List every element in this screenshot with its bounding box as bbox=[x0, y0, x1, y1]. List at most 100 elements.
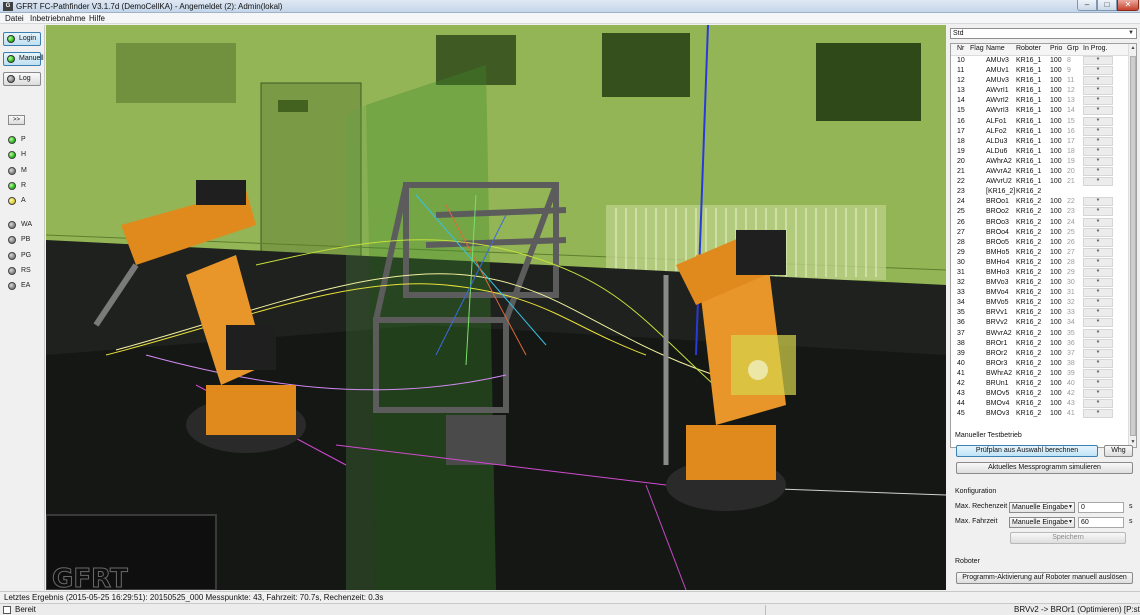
table-row[interactable]: 36 BRVv2 KR16_2 100 34 * bbox=[951, 318, 1129, 328]
table-row[interactable]: 27 BROo4 KR16_2 100 25 * bbox=[951, 227, 1129, 238]
cell-roboter: KR16_2 bbox=[1016, 380, 1042, 387]
indicator-pb: PB bbox=[8, 235, 30, 245]
table-row[interactable]: 42 BRUn1 KR16_2 100 40 * bbox=[951, 379, 1129, 389]
col-grp[interactable]: Grp bbox=[1067, 44, 1079, 54]
table-row[interactable]: 20 AWhrA2 KR16_1 100 19 * bbox=[951, 156, 1129, 167]
cell-prio: 100 bbox=[1050, 339, 1062, 347]
manuell-button[interactable]: Manuell bbox=[3, 52, 44, 66]
table-row[interactable]: 38 BROr1 KR16_2 100 36 * bbox=[951, 338, 1129, 349]
menu-datei[interactable]: Datei bbox=[5, 13, 24, 24]
table-row[interactable]: 33 BMVo4 KR16_2 100 31 * bbox=[951, 288, 1129, 298]
cell-name: BROo1 bbox=[986, 198, 1009, 206]
col-flag[interactable]: Flag bbox=[970, 44, 984, 54]
activate-program-button[interactable]: Programm-Aktivierung auf Roboter manuell… bbox=[956, 572, 1133, 584]
indicator-pg: PG bbox=[8, 251, 31, 261]
minimize-button[interactable]: – bbox=[1077, 0, 1097, 11]
led-icon bbox=[8, 167, 16, 175]
cell-name: BMOv5 bbox=[986, 390, 1010, 398]
max-compute-mode-select[interactable]: Manuelle Eingabe ▼ bbox=[1009, 502, 1075, 513]
cell-roboter: KR16_2 bbox=[1016, 410, 1042, 418]
indicator-label: M bbox=[21, 167, 27, 174]
table-row[interactable]: 35 BRVv1 KR16_2 100 33 * bbox=[951, 308, 1129, 318]
led-icon bbox=[8, 182, 16, 190]
col-nr[interactable]: Nr bbox=[957, 44, 964, 54]
table-row[interactable]: 22 AWvrU2 KR16_1 100 21 * bbox=[951, 177, 1129, 187]
table-row[interactable]: 44 BMOv4 KR16_2 100 43 * bbox=[951, 399, 1129, 409]
table-row[interactable]: 21 AWvrA2 KR16_1 100 20 * bbox=[951, 167, 1129, 177]
table-row[interactable]: 26 BROo3 KR16_2 100 24 * bbox=[951, 217, 1129, 228]
chevron-down-icon: ▼ bbox=[1128, 30, 1134, 36]
cell-roboter: KR16_1 bbox=[1016, 147, 1042, 155]
table-row[interactable]: 11 AMUv1 KR16_1 100 9 * bbox=[951, 66, 1129, 76]
collapse-button[interactable]: >> bbox=[8, 115, 25, 125]
table-row[interactable]: 12 AMUv3 KR16_1 100 11 * bbox=[951, 76, 1129, 86]
indicator-rs: RS bbox=[8, 266, 31, 276]
3d-viewport[interactable]: GFRT bbox=[46, 25, 946, 590]
table-row[interactable]: 25 BROo2 KR16_2 100 23 * bbox=[951, 207, 1129, 217]
table-row[interactable]: 10 AMUv3 KR16_1 100 8 * bbox=[951, 56, 1129, 66]
table-row[interactable]: 14 AWvrI2 KR16_1 100 13 * bbox=[951, 96, 1129, 106]
cell-prio: 100 bbox=[1050, 258, 1062, 266]
table-row[interactable]: 34 BMVo5 KR16_2 100 32 * bbox=[951, 298, 1129, 308]
maximize-button[interactable]: □ bbox=[1097, 0, 1117, 11]
log-button[interactable]: Log bbox=[3, 72, 41, 86]
table-row[interactable]: 29 BMHo5 KR16_2 100 27 * bbox=[951, 247, 1129, 258]
cell-in-prog: * bbox=[1083, 136, 1113, 146]
indicator-a: A bbox=[8, 196, 26, 206]
cell-in-prog: * bbox=[1083, 328, 1113, 338]
table-row[interactable]: 13 AWvrI1 KR16_1 100 12 * bbox=[951, 86, 1129, 96]
table-scrollbar[interactable]: ▲ ▼ bbox=[1128, 44, 1136, 447]
table-row[interactable]: 18 ALDu3 KR16_1 100 17 * bbox=[951, 136, 1129, 147]
cell-prio: 100 bbox=[1050, 218, 1062, 226]
col-roboter[interactable]: Roboter bbox=[1016, 44, 1041, 54]
cell-roboter: KR16_2 bbox=[1016, 268, 1042, 276]
close-button[interactable]: ✕ bbox=[1117, 0, 1139, 11]
table-row[interactable]: 32 BMVo3 KR16_2 100 30 * bbox=[951, 278, 1129, 288]
max-drive-input[interactable]: 60 bbox=[1078, 517, 1124, 528]
cell-grp: 25 bbox=[1067, 228, 1075, 236]
table-row[interactable]: 43 BMOv5 KR16_2 100 42 * bbox=[951, 389, 1129, 399]
max-drive-mode-select[interactable]: Manuelle Eingabe ▼ bbox=[1009, 517, 1075, 528]
max-compute-label: Max. Rechenzeit bbox=[955, 503, 1008, 510]
table-row[interactable]: 45 BMOv3 KR16_2 100 41 * bbox=[951, 409, 1129, 419]
cell-name: BMVo4 bbox=[986, 289, 1009, 297]
table-row[interactable]: 39 BROr2 KR16_2 100 37 * bbox=[951, 348, 1129, 359]
table-row[interactable]: 15 AWvrI3 KR16_1 100 14 * bbox=[951, 106, 1129, 116]
menu-inbetriebnahme[interactable]: Inbetriebnahme bbox=[30, 13, 86, 24]
table-row[interactable]: 23 [KR16_2] KR16_2 bbox=[951, 187, 1129, 197]
table-row[interactable]: 37 BWvrA2 KR16_2 100 35 * bbox=[951, 328, 1129, 339]
cell-name: BROo4 bbox=[986, 228, 1009, 236]
table-row[interactable]: 24 BROo1 KR16_2 100 22 * bbox=[951, 197, 1129, 207]
table-row[interactable]: 31 BMHo3 KR16_2 100 29 * bbox=[951, 267, 1129, 278]
save-button[interactable]: Speichern bbox=[1010, 532, 1126, 544]
menu-hilfe[interactable]: Hilfe bbox=[89, 13, 105, 24]
table-row[interactable]: 16 ALFo1 KR16_1 100 15 * bbox=[951, 116, 1129, 127]
status-led-icon bbox=[7, 75, 15, 83]
app-icon: G bbox=[3, 2, 13, 11]
cell-grp: 11 bbox=[1067, 77, 1075, 85]
indicator-label: A bbox=[21, 197, 26, 204]
cell-nr: 11 bbox=[957, 67, 965, 75]
cell-nr: 33 bbox=[957, 289, 965, 297]
compute-plan-button[interactable]: Prüfplan aus Auswahl berechnen bbox=[956, 445, 1098, 457]
table-row[interactable]: 19 ALDu6 KR16_1 100 18 * bbox=[951, 146, 1129, 157]
table-row[interactable]: 28 BROo5 KR16_2 100 26 * bbox=[951, 237, 1129, 248]
table-row[interactable]: 30 BMHo4 KR16_2 100 28 * bbox=[951, 257, 1129, 268]
col-prio[interactable]: Prio bbox=[1050, 44, 1062, 54]
whg-button[interactable]: Whg bbox=[1104, 445, 1133, 457]
program-select[interactable]: Std ▼ bbox=[950, 28, 1137, 39]
cell-prio: 100 bbox=[1050, 299, 1062, 307]
scroll-up-icon[interactable]: ▲ bbox=[1129, 44, 1136, 53]
simulate-program-button[interactable]: Aktuelles Messprogramm simulieren bbox=[956, 462, 1133, 474]
col-name[interactable]: Name bbox=[986, 44, 1005, 54]
cell-in-prog: * bbox=[1083, 358, 1113, 368]
cell-roboter: KR16_1 bbox=[1016, 178, 1042, 186]
max-compute-input[interactable]: 0 bbox=[1078, 502, 1124, 513]
table-row[interactable]: 41 BWhrA2 KR16_2 100 39 * bbox=[951, 368, 1129, 379]
login-button[interactable]: Login bbox=[3, 32, 41, 46]
cell-nr: 37 bbox=[957, 329, 965, 337]
table-row[interactable]: 40 BROr3 KR16_2 100 38 * bbox=[951, 358, 1129, 369]
table-row[interactable]: 17 ALFo2 KR16_1 100 16 * bbox=[951, 126, 1129, 137]
col-in-prog[interactable]: In Prog. bbox=[1083, 44, 1108, 54]
scroll-thumb[interactable] bbox=[1130, 56, 1136, 436]
